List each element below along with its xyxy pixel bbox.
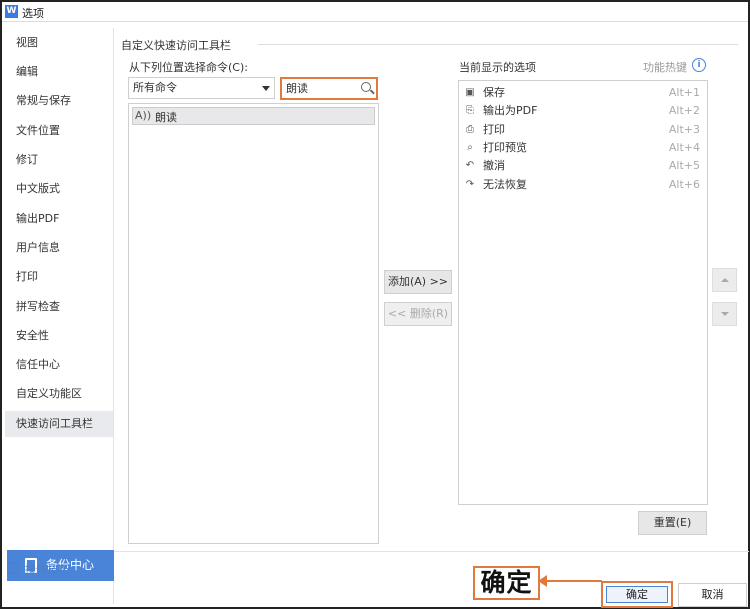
sidebar: 视图 编辑 常规与保存 文件位置 修订 中文版式 输出PDF 用户信息 打印 拼… bbox=[5, 28, 114, 604]
sidebar-item-revision[interactable]: 修订 bbox=[5, 147, 113, 173]
hotkey: Alt+6 bbox=[668, 178, 700, 191]
cancel-button[interactable]: 取消 bbox=[678, 583, 747, 607]
sidebar-item-customize-ribbon[interactable]: 自定义功能区 bbox=[5, 381, 113, 407]
move-down-button[interactable] bbox=[712, 302, 737, 326]
sidebar-item-edit[interactable]: 编辑 bbox=[5, 59, 113, 85]
list-item[interactable]: ↶ 撤消 Alt+5 bbox=[459, 157, 707, 175]
hotkey: Alt+2 bbox=[668, 104, 700, 117]
list-item-label: 保存 bbox=[483, 86, 505, 99]
sidebar-item-view[interactable]: 视图 bbox=[5, 30, 113, 56]
annotation-callout: 确定 bbox=[473, 566, 540, 600]
group-title: 自定义快速访问工具栏 bbox=[121, 39, 231, 52]
print-icon: ⎙ bbox=[466, 124, 474, 135]
move-up-button[interactable] bbox=[712, 268, 737, 292]
hotkey-label: 功能热键 bbox=[643, 61, 687, 74]
sidebar-item-trust-center[interactable]: 信任中心 bbox=[5, 352, 113, 378]
sidebar-item-quick-access-toolbar[interactable]: 快速访问工具栏 bbox=[5, 411, 113, 437]
sidebar-item-spellcheck[interactable]: 拼写检查 bbox=[5, 294, 113, 320]
sidebar-item-user-info[interactable]: 用户信息 bbox=[5, 235, 113, 261]
hotkey: Alt+5 bbox=[668, 159, 700, 172]
read-aloud-icon: A)) bbox=[135, 109, 152, 122]
list-item-label: 撤消 bbox=[483, 159, 505, 172]
print-preview-icon: ⌕ bbox=[467, 142, 473, 153]
wps-writer-icon: W bbox=[5, 5, 18, 18]
options-dialog: W 选项 视图 编辑 常规与保存 文件位置 修订 中文版式 输出PDF 用户信息… bbox=[0, 0, 750, 609]
list-item[interactable]: ⎘ 输出为PDF Alt+2 bbox=[459, 102, 707, 120]
search-value: 朗读 bbox=[286, 82, 308, 95]
save-icon: ▣ bbox=[465, 87, 475, 98]
sidebar-item-export-pdf[interactable]: 输出PDF bbox=[5, 206, 113, 232]
list-item[interactable]: ▣ 保存 Alt+1 bbox=[459, 84, 707, 102]
title-bar: W 选项 bbox=[2, 2, 748, 22]
annotation-arrow bbox=[538, 575, 602, 587]
hotkey: Alt+3 bbox=[668, 123, 700, 136]
list-item-label: 输出为PDF bbox=[483, 104, 538, 117]
redo-icon: ↷ bbox=[465, 179, 475, 190]
ok-button[interactable]: 确定 bbox=[606, 586, 668, 603]
reset-button[interactable]: 重置(E) bbox=[638, 511, 707, 535]
group-divider bbox=[258, 44, 738, 45]
current-commands-list[interactable]: ▣ 保存 Alt+1 ⎘ 输出为PDF Alt+2 ⎙ 打印 Alt+3 ⌕ 打… bbox=[458, 80, 708, 505]
search-icon bbox=[361, 82, 371, 92]
available-commands-list[interactable]: A)) 朗读 bbox=[128, 103, 379, 544]
undo-icon: ↶ bbox=[465, 160, 475, 171]
sidebar-item-print[interactable]: 打印 bbox=[5, 264, 113, 290]
list-item-label: 无法恢复 bbox=[483, 178, 527, 191]
dialog-title: 选项 bbox=[22, 7, 44, 20]
list-item[interactable]: ⌕ 打印预览 Alt+4 bbox=[459, 139, 707, 157]
play-circle-icon bbox=[7, 562, 19, 574]
command-search-input[interactable]: 朗读 bbox=[280, 77, 378, 100]
command-source-value: 所有命令 bbox=[133, 81, 177, 94]
hotkey: Alt+4 bbox=[668, 141, 700, 154]
sidebar-item-general-save[interactable]: 常规与保存 bbox=[5, 88, 113, 114]
list-item-label: 打印预览 bbox=[483, 141, 527, 154]
info-icon[interactable]: i bbox=[692, 58, 706, 72]
sidebar-item-chinese-layout[interactable]: 中文版式 bbox=[5, 176, 113, 202]
list-item[interactable]: A)) 朗读 bbox=[132, 107, 375, 125]
command-source-select[interactable]: 所有命令 bbox=[128, 77, 275, 99]
list-item[interactable]: ⎙ 打印 Alt+3 bbox=[459, 121, 707, 139]
tips-label: 操作技巧 bbox=[25, 563, 69, 576]
source-label: 从下列位置选择命令(C): bbox=[129, 61, 248, 74]
list-item-label: 朗读 bbox=[155, 111, 177, 124]
footer-divider bbox=[114, 551, 749, 552]
list-item-label: 打印 bbox=[483, 123, 505, 136]
ok-button-highlight: 确定 bbox=[601, 581, 673, 608]
pdf-icon: ⎘ bbox=[466, 105, 474, 116]
add-button[interactable]: 添加(A) >> bbox=[384, 270, 452, 294]
sidebar-item-security[interactable]: 安全性 bbox=[5, 323, 113, 349]
sidebar-item-file-location[interactable]: 文件位置 bbox=[5, 118, 113, 144]
remove-button[interactable]: << 删除(R) bbox=[384, 302, 452, 326]
current-options-label: 当前显示的选项 bbox=[459, 61, 536, 74]
hotkey: Alt+1 bbox=[668, 86, 700, 99]
list-item[interactable]: ↷ 无法恢复 Alt+6 bbox=[459, 176, 707, 194]
chevron-down-icon bbox=[262, 86, 270, 91]
